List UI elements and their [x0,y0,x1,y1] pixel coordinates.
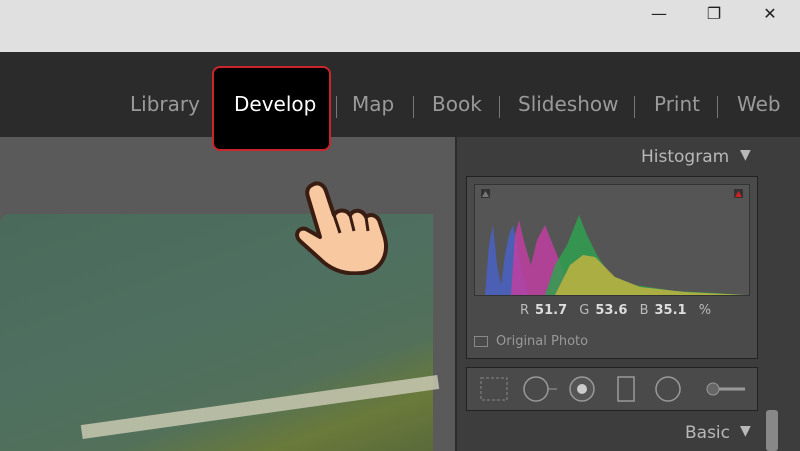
original-photo-toggle[interactable]: Original Photo [474,334,588,349]
crop-tool-icon[interactable] [480,377,508,401]
g-label: G [579,303,590,318]
module-separator [336,96,337,118]
module-separator [499,96,500,118]
histogram-panel-title[interactable]: Histogram [641,147,729,167]
tool-strip [466,367,758,411]
module-slideshow[interactable]: Slideshow [518,92,619,116]
histogram-graph[interactable] [474,184,750,296]
graduated-filter-icon[interactable] [617,376,635,402]
module-map[interactable]: Map [352,92,394,116]
module-library[interactable]: Library [130,92,200,116]
g-value: 53.6 [595,303,628,318]
hand-shape [295,181,388,275]
original-photo-icon [474,336,488,347]
module-separator [413,96,414,118]
histogram-svg [481,189,745,295]
tool-strip-svg [480,376,745,402]
histogram-yellow-channel [555,255,745,295]
restore-icon[interactable]: ❐ [694,2,734,26]
minimize-icon[interactable]: — [639,2,679,26]
basic-panel-title[interactable]: Basic [685,423,730,443]
module-separator [634,96,635,118]
close-icon[interactable]: ✕ [750,2,790,26]
b-label: B [639,303,649,318]
r-label: R [520,303,530,318]
module-print[interactable]: Print [654,92,700,116]
original-photo-label: Original Photo [496,334,589,349]
panel-scrollbar[interactable] [766,410,778,451]
radial-filter-icon[interactable] [655,376,681,402]
module-develop[interactable]: Develop [234,92,316,116]
red-eye-pupil [577,384,587,394]
module-book[interactable]: Book [432,92,482,116]
module-picker-bar: Library Map Book Slideshow Print Web [0,52,800,137]
window-titlebar: — ❐ ✕ [0,0,800,52]
r-value: 51.7 [535,303,568,318]
histogram-collapse-icon[interactable]: ▼ [740,147,751,163]
module-web[interactable]: Web [737,92,781,116]
histogram-rgb-readout: R 51.7 G 53.6 B 35.1 % [520,303,711,318]
percent-unit: % [698,303,712,318]
pointing-hand-icon [295,181,388,275]
b-value: 35.1 [654,303,687,318]
spot-removal-icon[interactable] [523,376,549,402]
basic-collapse-icon[interactable]: ▼ [740,423,751,439]
module-separator [717,96,718,118]
adjustment-brush-icon[interactable] [706,382,720,396]
